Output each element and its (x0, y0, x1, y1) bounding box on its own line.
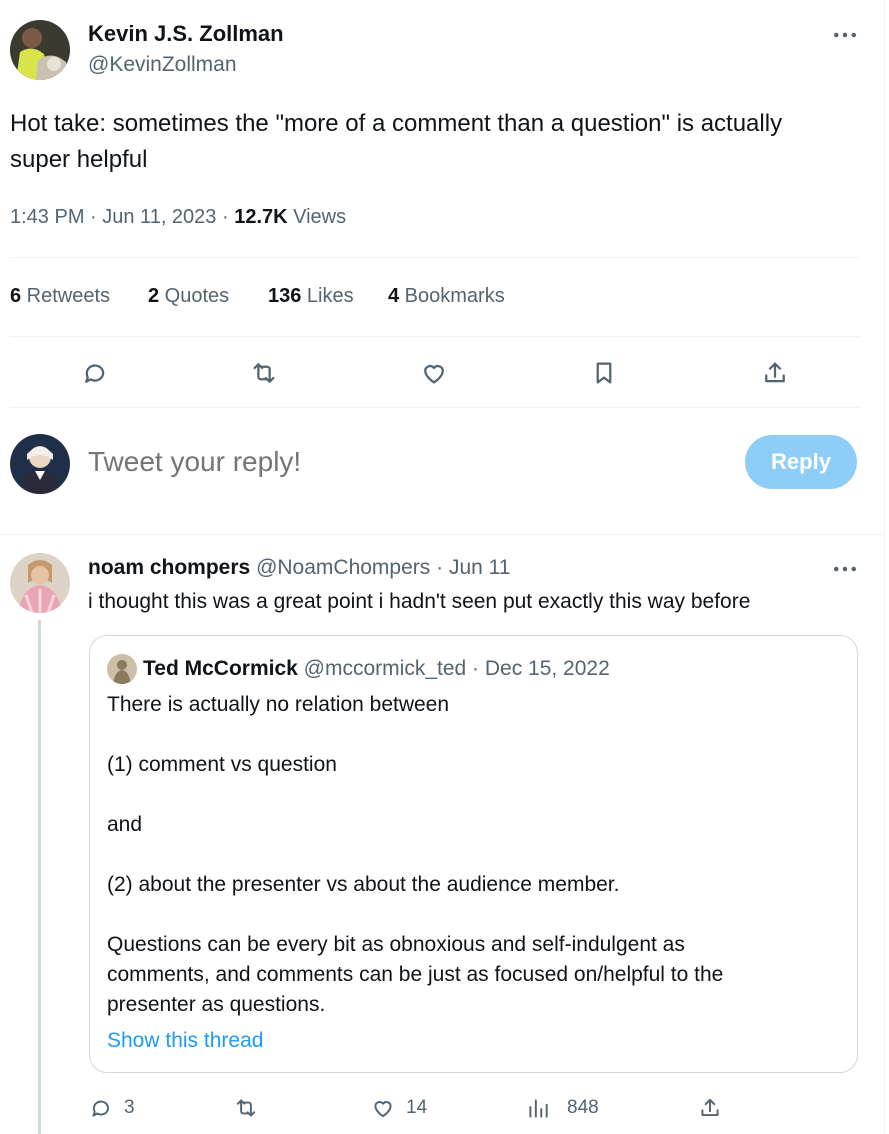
retweet-icon[interactable] (246, 355, 282, 391)
reply-count: 3 (124, 1097, 135, 1118)
quoted-author-avatar (107, 654, 137, 684)
reply-button[interactable]: Reply (745, 435, 857, 489)
share-icon[interactable] (757, 355, 793, 391)
reply-author-name[interactable]: noam chompers (88, 556, 250, 579)
column-border (884, 0, 885, 1134)
reply-text: i thought this was a great point i hadn'… (88, 590, 751, 613)
retweets-label: Retweets (21, 285, 111, 307)
views-bar-chart-icon (525, 1095, 551, 1121)
views-action[interactable]: 848 (525, 1093, 599, 1123)
reply-author-avatar[interactable] (10, 553, 70, 613)
like-count: 14 (406, 1097, 428, 1118)
tweet-meta: 1:43 PM · Jun 11, 2023 · 12.7K Views (10, 206, 346, 229)
views-count: 848 (567, 1097, 599, 1118)
author-avatar[interactable] (10, 20, 70, 80)
current-user-avatar[interactable] (10, 434, 70, 494)
divider (10, 407, 860, 408)
quotes-stat[interactable]: 2 Quotes (148, 285, 229, 308)
likes-stat[interactable]: 136 Likes (268, 285, 354, 308)
like-icon[interactable] (416, 355, 452, 391)
share-icon[interactable] (697, 1093, 723, 1123)
author-name[interactable]: Kevin J.S. Zollman (88, 21, 284, 47)
author-handle[interactable]: @KevinZollman (88, 53, 237, 77)
reply-icon (88, 1095, 114, 1121)
more-horizontal-icon[interactable] (830, 22, 860, 48)
reply-action[interactable]: 3 (88, 1093, 135, 1123)
bookmark-icon[interactable] (586, 355, 622, 391)
tweet-text-line: super helpful (10, 146, 148, 173)
bookmarks-stat[interactable]: 4 Bookmarks (388, 285, 505, 308)
reply-header: noam chompers @NoamChompers · Jun 11 (88, 556, 510, 580)
likes-label: Likes (301, 285, 354, 307)
quoted-text-line: Questions can be every bit as obnoxious … (107, 933, 685, 956)
reply-date[interactable]: · Jun 11 (430, 556, 510, 579)
retweets-count: 6 (10, 285, 22, 307)
quoted-text-line: (2) about the presenter vs about the aud… (107, 873, 620, 896)
tweet-timestamp[interactable]: 1:43 PM · Jun 11, 2023 · (10, 206, 234, 228)
bookmarks-label: Bookmarks (399, 285, 505, 307)
reply-author-handle[interactable]: @NoamChompers (256, 556, 430, 579)
quoted-text-line: (1) comment vs question (107, 753, 337, 776)
quotes-count: 2 (148, 285, 160, 307)
divider (10, 257, 860, 258)
quoted-author-name: Ted McCormick (143, 657, 298, 680)
likes-count: 136 (268, 285, 302, 307)
views-count: 12.7K (234, 206, 288, 228)
reply-input[interactable] (88, 440, 728, 484)
show-thread-link[interactable]: Show this thread (107, 1029, 263, 1053)
quoted-text-line: There is actually no relation between (107, 693, 450, 716)
quoted-header: Ted McCormick @mccormick_ted · Dec 15, 2… (143, 657, 610, 681)
more-horizontal-icon[interactable] (830, 556, 860, 582)
retweet-action[interactable] (233, 1093, 259, 1123)
quoted-text-line: comments, and comments can be just as fo… (107, 963, 724, 986)
retweets-stat[interactable]: 6 Retweets (10, 285, 110, 308)
section-divider (0, 534, 884, 535)
like-action[interactable]: 14 (370, 1093, 427, 1123)
thread-line (38, 620, 41, 1134)
like-icon (370, 1095, 396, 1121)
quotes-label: Quotes (159, 285, 230, 307)
quoted-text-line: presenter as questions. (107, 993, 326, 1016)
reply-icon[interactable] (77, 355, 113, 391)
quoted-date: · Dec 15, 2022 (466, 657, 610, 680)
bookmarks-count: 4 (388, 285, 400, 307)
retweet-icon (233, 1095, 259, 1121)
quoted-text-line: and (107, 813, 143, 836)
divider (10, 336, 860, 337)
views-label: Views (287, 206, 347, 228)
quoted-author-handle: @mccormick_ted (303, 657, 467, 680)
tweet-text-line: Hot take: sometimes the "more of a comme… (10, 110, 783, 137)
